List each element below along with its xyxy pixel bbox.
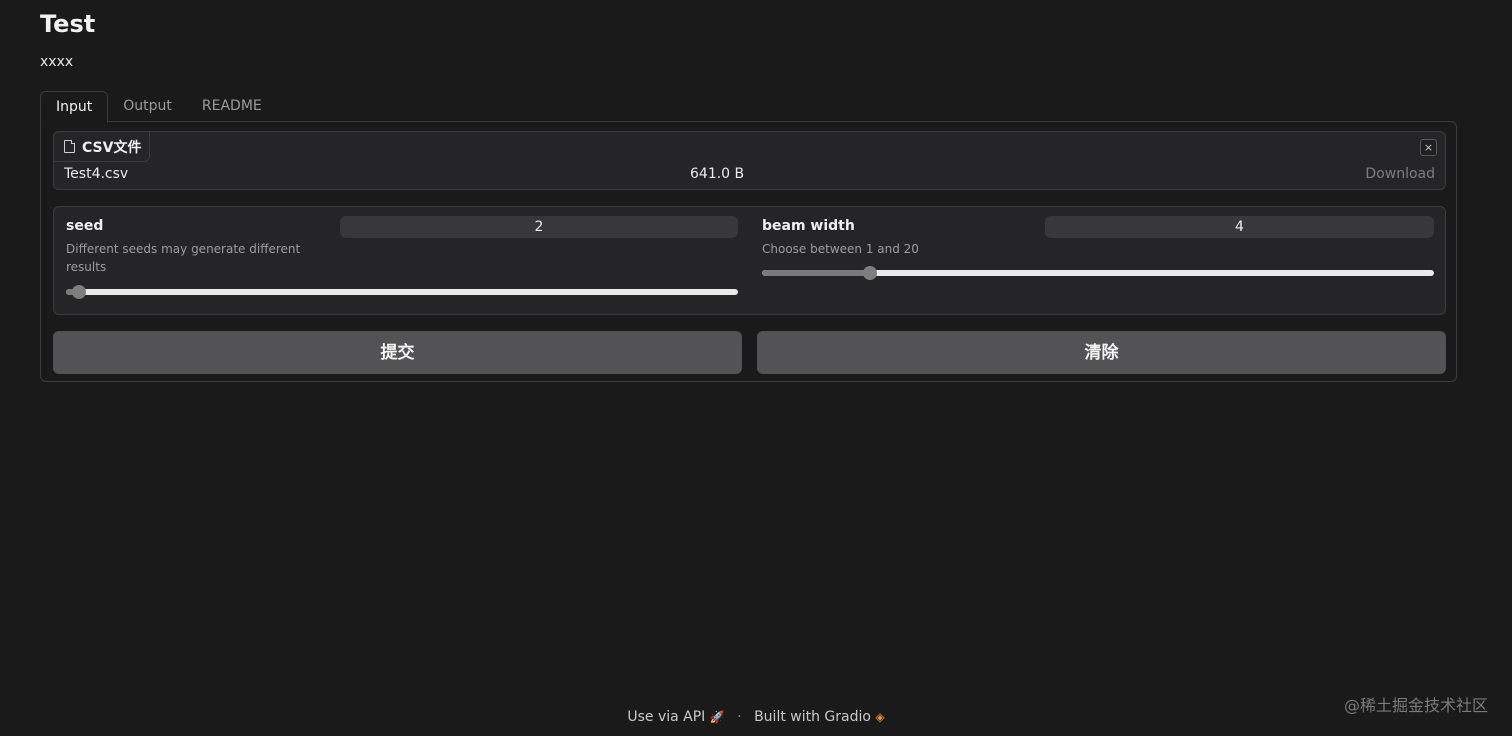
gradio-logo-icon: ◈ xyxy=(875,710,885,724)
tab-output[interactable]: Output xyxy=(108,91,187,121)
slider-row: seed Different seeds may generate differ… xyxy=(53,206,1446,315)
seed-info: Different seeds may generate different r… xyxy=(66,242,301,274)
tab-bar: Input Output README xyxy=(40,91,277,123)
use-via-api-link[interactable]: Use via API 🚀 xyxy=(627,709,729,725)
beam-width-slider-fill xyxy=(762,270,870,276)
beam-width-info: Choose between 1 and 20 xyxy=(762,242,919,256)
seed-number-input[interactable]: 2 xyxy=(340,216,738,238)
seed-label: seed xyxy=(66,218,104,234)
seed-slider-group: seed Different seeds may generate differ… xyxy=(66,207,738,314)
rocket-icon: 🚀 xyxy=(709,710,725,724)
tab-input[interactable]: Input xyxy=(40,91,109,123)
clear-file-button[interactable]: × xyxy=(1420,139,1437,156)
file-icon xyxy=(64,140,75,153)
beam-width-slider-group: beam width Choose between 1 and 20 4 xyxy=(762,207,1434,314)
beam-width-label: beam width xyxy=(762,218,855,234)
file-block-label: CSV文件 xyxy=(53,131,151,162)
download-link[interactable]: Download xyxy=(1365,166,1435,182)
tab-readme[interactable]: README xyxy=(187,91,277,121)
beam-width-slider-thumb[interactable] xyxy=(862,266,877,280)
built-with-gradio-text: Built with Gradio xyxy=(754,709,871,725)
use-via-api-text: Use via API xyxy=(627,709,706,725)
beam-width-number-input[interactable]: 4 xyxy=(1045,216,1434,238)
submit-button[interactable]: 提交 xyxy=(53,331,742,374)
beam-width-slider-track[interactable] xyxy=(762,266,1434,280)
footer-separator: · xyxy=(737,709,742,725)
file-block-label-text: CSV文件 xyxy=(82,139,142,156)
footer: Use via API 🚀 · Built with Gradio ◈ xyxy=(0,709,1512,725)
input-tab-panel: CSV文件 × Test4.csv 641.0 B Download seed … xyxy=(40,121,1457,382)
csv-file-upload[interactable]: CSV文件 × Test4.csv 641.0 B Download xyxy=(53,131,1446,190)
app-title: Test xyxy=(40,10,96,38)
file-name: Test4.csv xyxy=(64,166,129,182)
file-row: Test4.csv 641.0 B Download xyxy=(54,166,1445,186)
seed-slider-track[interactable] xyxy=(66,285,738,299)
file-size: 641.0 B xyxy=(690,166,745,182)
clear-button[interactable]: 清除 xyxy=(757,331,1446,374)
watermark: @稀土掘金技术社区 xyxy=(1343,696,1488,715)
seed-slider-thumb[interactable] xyxy=(72,285,87,299)
built-with-gradio-link[interactable]: Built with Gradio ◈ xyxy=(754,709,885,725)
app-description: xxxx xyxy=(40,54,74,70)
